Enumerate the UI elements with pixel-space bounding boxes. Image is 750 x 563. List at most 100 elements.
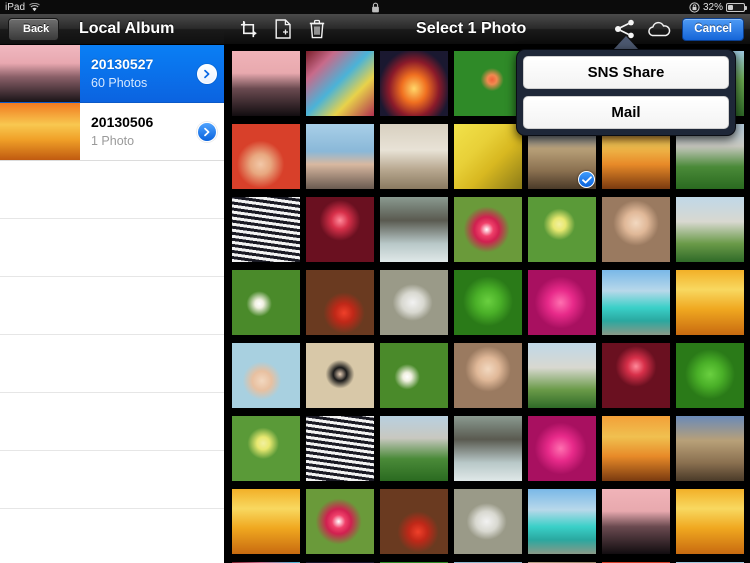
popover-item[interactable]: SNS Share xyxy=(523,56,729,89)
ipad-photo-picker-screen: iPad 32% Back Local Album Select 1 Photo… xyxy=(0,0,750,563)
photo-cell[interactable] xyxy=(451,195,525,264)
status-bar-left: iPad xyxy=(0,2,40,13)
trash-icon[interactable] xyxy=(300,14,334,45)
back-button[interactable]: Back xyxy=(8,17,60,41)
photo-cell[interactable] xyxy=(377,122,451,191)
empty-list-row xyxy=(0,393,224,451)
photo-cell[interactable] xyxy=(229,487,303,556)
chevron-right-icon xyxy=(197,63,217,84)
photo-cell[interactable] xyxy=(229,341,303,410)
photo-cell[interactable] xyxy=(303,341,377,410)
disclosure-button[interactable] xyxy=(190,45,224,102)
photo-toolbar: Select 1 Photo Cancel xyxy=(224,14,750,45)
photo-thumbnail xyxy=(602,197,670,262)
photo-cell[interactable] xyxy=(377,341,451,410)
photo-cell[interactable] xyxy=(599,414,673,483)
disclosure-button[interactable] xyxy=(190,103,224,160)
album-thumbnail xyxy=(0,45,80,102)
cancel-button[interactable]: Cancel xyxy=(682,17,744,41)
photo-thumbnail xyxy=(454,270,522,335)
photo-cell[interactable] xyxy=(599,487,673,556)
selected-checkmark-icon xyxy=(578,171,595,188)
album-meta: 20130506 1 Photo xyxy=(80,103,190,160)
photo-cell[interactable] xyxy=(303,195,377,264)
photo-thumbnail xyxy=(602,343,670,408)
photo-cell[interactable] xyxy=(451,414,525,483)
photo-thumbnail xyxy=(306,489,374,554)
album-list: 20130527 60 Photos 20130506 1 Photo xyxy=(0,45,224,161)
new-document-icon[interactable] xyxy=(266,14,300,45)
photo-cell[interactable] xyxy=(525,487,599,556)
empty-list-row xyxy=(0,451,224,509)
rotation-lock-icon xyxy=(689,1,700,13)
photo-cell[interactable] xyxy=(525,268,599,337)
photo-thumbnail xyxy=(528,489,596,554)
popover-item[interactable]: Mail xyxy=(523,96,729,129)
photo-thumbnail xyxy=(528,416,596,481)
photo-cell[interactable] xyxy=(673,414,747,483)
photo-cell[interactable] xyxy=(377,414,451,483)
photo-cell[interactable] xyxy=(303,49,377,118)
photo-cell[interactable] xyxy=(599,341,673,410)
photo-cell[interactable] xyxy=(673,341,747,410)
photo-cell[interactable] xyxy=(303,487,377,556)
photo-cell[interactable] xyxy=(377,487,451,556)
photo-cell[interactable] xyxy=(525,195,599,264)
photo-cell[interactable] xyxy=(303,414,377,483)
photo-cell[interactable] xyxy=(451,122,525,191)
empty-list-row xyxy=(0,277,224,335)
photo-cell[interactable] xyxy=(525,414,599,483)
photo-cell[interactable] xyxy=(599,268,673,337)
photo-thumbnail xyxy=(380,416,448,481)
photo-cell[interactable] xyxy=(377,195,451,264)
photo-cell[interactable] xyxy=(303,122,377,191)
photo-thumbnail xyxy=(528,197,596,262)
photo-cell[interactable] xyxy=(229,49,303,118)
photo-cell[interactable] xyxy=(377,49,451,118)
photo-cell[interactable] xyxy=(229,122,303,191)
photo-thumbnail xyxy=(306,343,374,408)
photo-cell[interactable] xyxy=(451,341,525,410)
cloud-icon[interactable] xyxy=(642,14,676,45)
photo-cell[interactable] xyxy=(377,268,451,337)
album-row[interactable]: 20130506 1 Photo xyxy=(0,103,224,161)
crop-rotate-icon[interactable] xyxy=(232,14,266,45)
photo-thumbnail xyxy=(380,270,448,335)
photo-cell[interactable] xyxy=(451,268,525,337)
empty-list-row xyxy=(0,161,224,219)
photo-thumbnail xyxy=(454,124,522,189)
photo-thumbnail xyxy=(676,489,744,554)
empty-list-row xyxy=(0,335,224,393)
photo-cell[interactable] xyxy=(229,195,303,264)
share-popover: SNS Share Mail xyxy=(516,49,736,136)
photo-cell[interactable] xyxy=(229,268,303,337)
photo-thumbnail xyxy=(306,51,374,116)
album-name: 20130527 xyxy=(91,55,154,72)
photo-thumbnail xyxy=(454,51,522,116)
photo-cell[interactable] xyxy=(303,268,377,337)
photo-thumbnail xyxy=(602,416,670,481)
empty-list-row xyxy=(0,509,224,563)
toolbar-title: Select 1 Photo xyxy=(416,20,527,37)
status-bar-right: 32% xyxy=(689,2,750,13)
photo-cell[interactable] xyxy=(229,414,303,483)
photo-thumbnail xyxy=(676,416,744,481)
photo-cell[interactable] xyxy=(673,195,747,264)
photo-thumbnail xyxy=(454,197,522,262)
photo-thumbnail xyxy=(306,124,374,189)
photo-cell[interactable] xyxy=(451,487,525,556)
photo-cell[interactable] xyxy=(673,487,747,556)
album-name: 20130506 xyxy=(91,113,154,130)
album-row[interactable]: 20130527 60 Photos xyxy=(0,45,224,103)
photo-cell[interactable] xyxy=(451,49,525,118)
photo-cell[interactable] xyxy=(673,268,747,337)
album-sidebar[interactable]: 20130527 60 Photos 20130506 1 Photo xyxy=(0,45,224,563)
photo-thumbnail xyxy=(380,51,448,116)
photo-cell[interactable] xyxy=(599,195,673,264)
status-bar: iPad 32% xyxy=(0,0,750,14)
album-thumbnail xyxy=(0,103,80,160)
photo-thumbnail xyxy=(232,270,300,335)
photo-thumbnail xyxy=(380,197,448,262)
photo-cell[interactable] xyxy=(525,341,599,410)
photo-thumbnail xyxy=(676,197,744,262)
